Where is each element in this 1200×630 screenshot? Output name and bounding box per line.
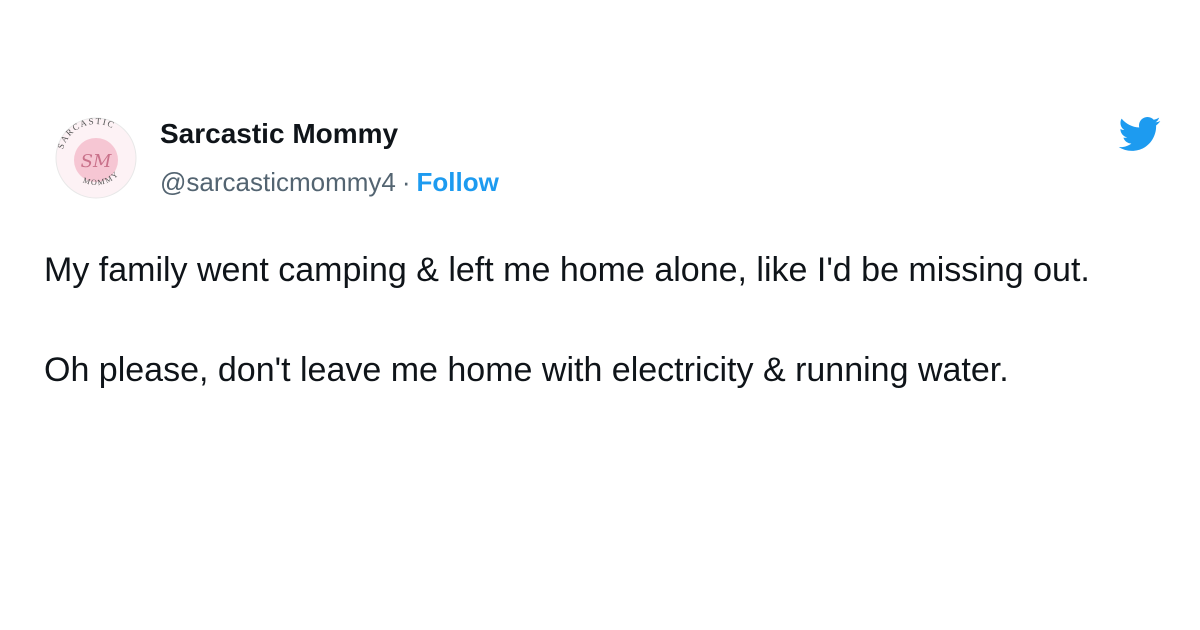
tweet-text: My family went camping & left me home al… [44,248,1154,392]
author-handle[interactable]: @sarcasticmommy4 [160,167,396,197]
avatar-logo-icon: SARCASTIC MOMMY SM [55,116,137,199]
follow-button[interactable]: Follow [417,167,499,197]
avatar[interactable]: SARCASTIC MOMMY SM [48,110,144,206]
avatar-monogram: SM [81,151,112,172]
author-meta: @sarcasticmommy4 · Follow [160,167,499,198]
tweet-paragraph: My family went camping & left me home al… [44,251,1090,289]
author-name[interactable]: Sarcastic Mommy [160,118,398,150]
tweet-card: SARCASTIC MOMMY SM Sarcastic Mommy @sarc… [0,0,1200,630]
twitter-bird-icon[interactable] [1114,112,1164,156]
separator-dot: · [401,167,411,197]
tweet-paragraph: Oh please, don't leave me home with elec… [44,351,1009,389]
